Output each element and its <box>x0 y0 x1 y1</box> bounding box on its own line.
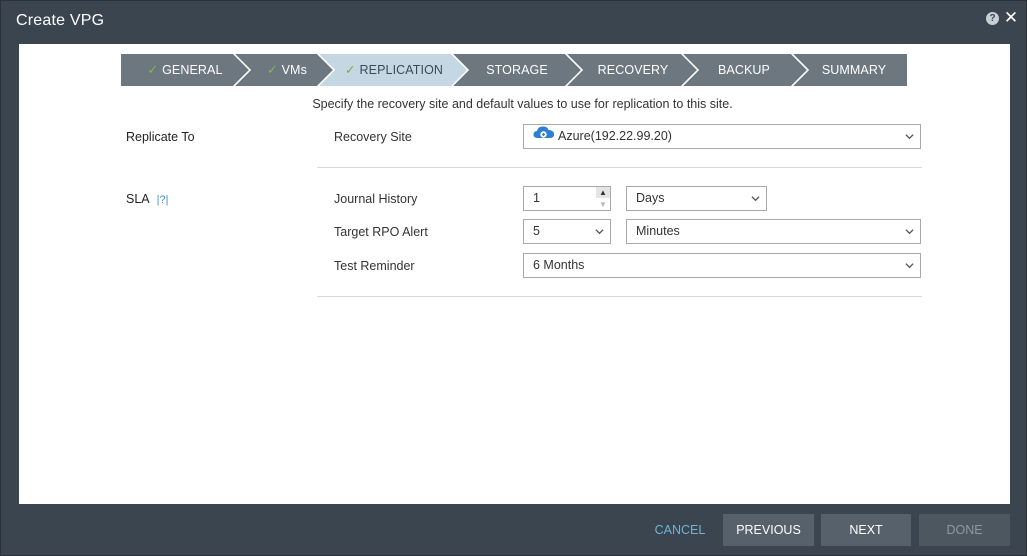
create-vpg-dialog: Create VPG ? ✕ ✓ GENERAL ✓ VMs ✓ REPLICA… <box>0 0 1027 556</box>
section-divider <box>317 296 922 297</box>
recovery-site-value: Azure(192.22.99.20) <box>558 129 672 143</box>
journal-history-unit-value: Days <box>636 191 665 205</box>
done-button[interactable]: DONE <box>919 514 1010 546</box>
stepper-buttons: ▲ ▼ <box>596 187 610 210</box>
journal-history-unit-select[interactable]: Days <box>626 186 767 211</box>
step-vms[interactable]: ✓ VMs <box>245 54 329 86</box>
target-rpo-unit-value: Minutes <box>636 224 680 238</box>
step-general[interactable]: ✓ GENERAL <box>121 54 249 86</box>
section-divider <box>317 167 922 168</box>
dialog-title: Create VPG <box>16 12 105 29</box>
increment-icon[interactable]: ▲ <box>596 187 610 198</box>
sla-heading: SLA |?| <box>126 192 168 206</box>
step-backup-label: BACKUP <box>717 63 770 77</box>
target-rpo-select[interactable]: 5 <box>523 219 611 244</box>
dialog-content: ✓ GENERAL ✓ VMs ✓ REPLICATION STORAGE RECOV… <box>19 44 1010 504</box>
wizard-steps: ✓ GENERAL ✓ VMs ✓ REPLICATION STORAGE RECOV… <box>121 54 907 86</box>
step-storage[interactable]: STORAGE <box>461 54 573 86</box>
step-replication[interactable]: ✓ REPLICATION <box>329 54 459 86</box>
test-reminder-value: 6 Months <box>533 258 585 272</box>
step-recovery-label: RECOVERY <box>597 63 669 77</box>
journal-history-value: 1 <box>533 191 540 205</box>
test-reminder-label: Test Reminder <box>334 259 415 273</box>
chevron-down-icon <box>595 229 604 235</box>
step-vms-label: VMs <box>281 63 307 77</box>
chevron-down-icon <box>905 263 914 269</box>
journal-history-label: Journal History <box>334 192 418 206</box>
check-icon: ✓ <box>147 63 159 77</box>
target-rpo-label: Target RPO Alert <box>334 225 428 239</box>
chevron-down-icon <box>751 196 760 202</box>
step-backup[interactable]: BACKUP <box>689 54 799 86</box>
replicate-to-heading: Replicate To <box>126 130 195 144</box>
previous-button[interactable]: PREVIOUS <box>723 514 814 546</box>
cancel-button[interactable]: CANCEL <box>641 514 719 546</box>
sla-help-link[interactable]: |?| <box>157 194 169 206</box>
decrement-icon[interactable]: ▼ <box>596 199 610 210</box>
step-summary[interactable]: SUMMARY <box>801 54 907 86</box>
title-bar: Create VPG ? ✕ <box>1 1 1027 44</box>
chevron-down-icon <box>905 229 914 235</box>
step-general-label: GENERAL <box>162 63 223 77</box>
journal-history-stepper[interactable]: 1 ▲ ▼ <box>523 186 611 211</box>
sla-label: SLA <box>126 192 150 206</box>
test-reminder-select[interactable]: 6 Months <box>523 253 921 278</box>
target-rpo-unit-select[interactable]: Minutes <box>626 219 921 244</box>
step-replication-label: REPLICATION <box>359 63 444 77</box>
step-storage-label: STORAGE <box>486 63 548 77</box>
recovery-site-label: Recovery Site <box>334 130 412 144</box>
step-recovery[interactable]: RECOVERY <box>575 54 691 86</box>
recovery-site-select[interactable]: Azure(192.22.99.20) <box>523 124 921 149</box>
next-button[interactable]: NEXT <box>821 514 911 546</box>
step-summary-label: SUMMARY <box>821 63 887 77</box>
chevron-down-icon <box>905 134 914 140</box>
page-instructions: Specify the recovery site and default va… <box>312 97 733 111</box>
close-icon[interactable]: ✕ <box>1003 8 1019 28</box>
check-icon: ✓ <box>344 63 356 77</box>
azure-cloud-icon <box>533 124 555 147</box>
target-rpo-value: 5 <box>533 224 540 238</box>
help-icon[interactable]: ? <box>986 12 999 25</box>
check-icon: ✓ <box>267 63 278 77</box>
